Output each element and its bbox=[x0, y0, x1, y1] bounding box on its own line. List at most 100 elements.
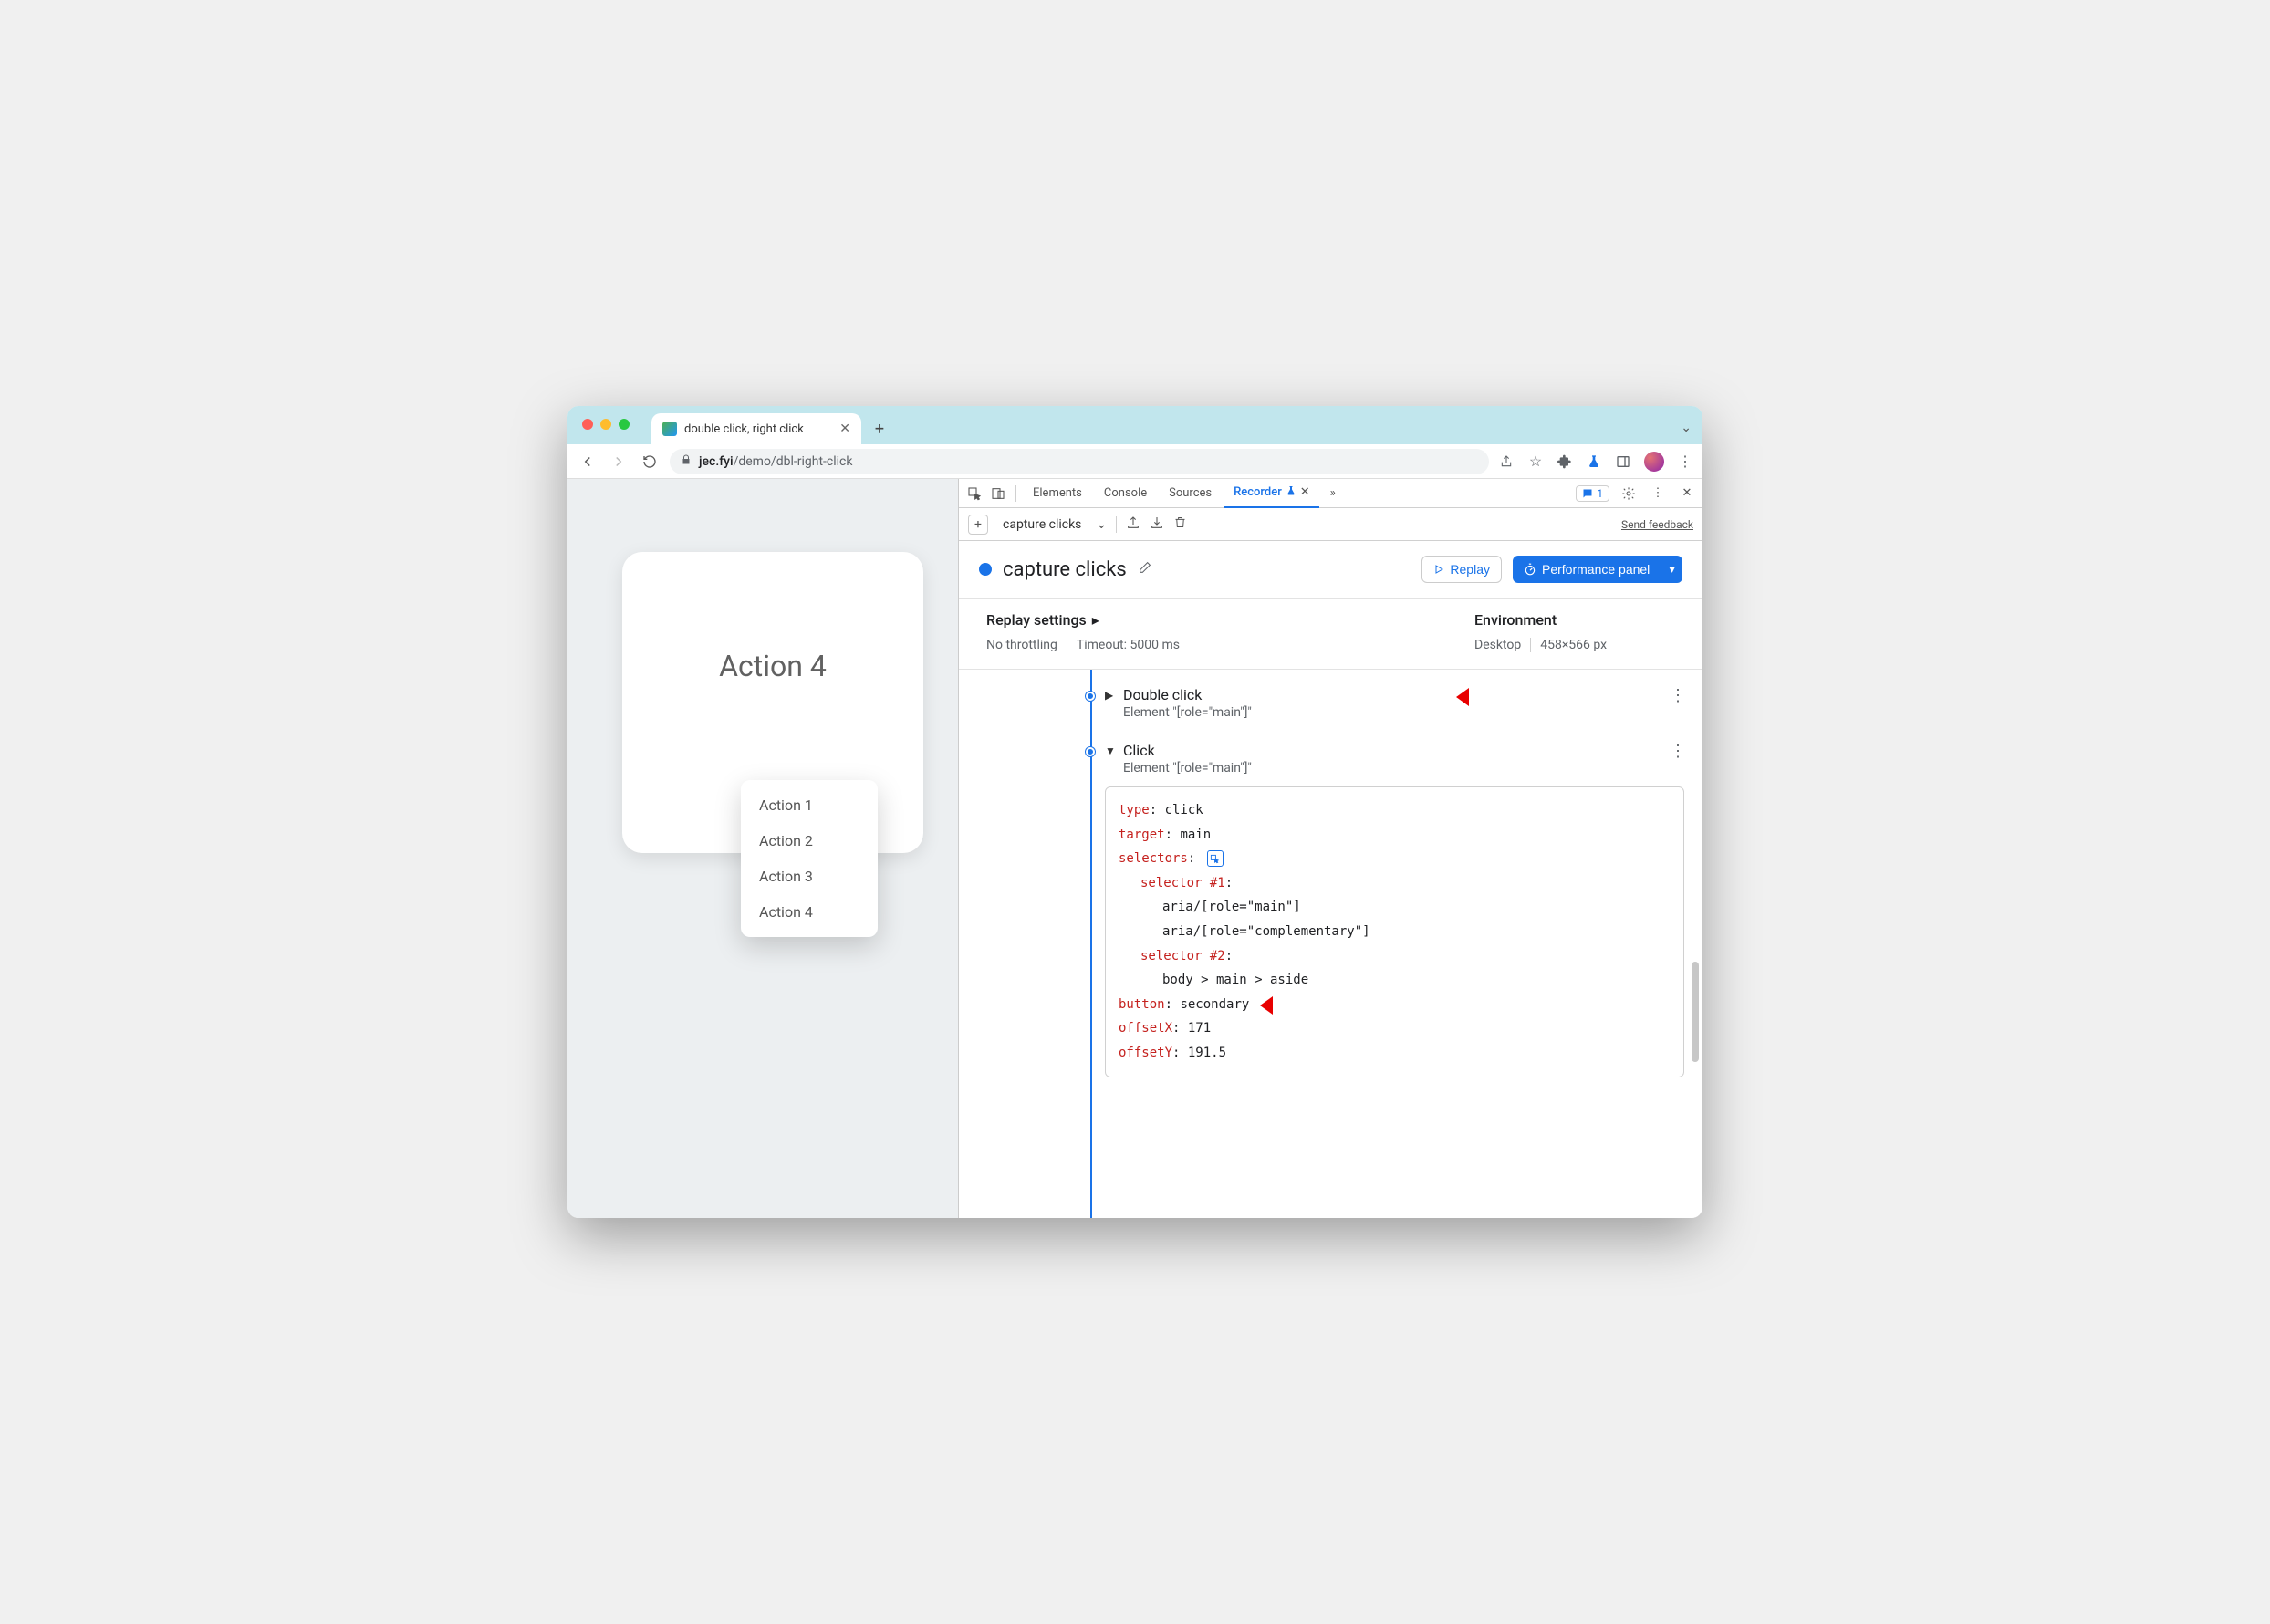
prop-value: aria/[role="main"] bbox=[1119, 895, 1671, 920]
devtools-menu-button[interactable]: ⋮ bbox=[1648, 484, 1668, 504]
prop-value: click bbox=[1165, 803, 1203, 817]
edit-title-button[interactable] bbox=[1138, 560, 1152, 578]
export-button[interactable] bbox=[1126, 515, 1140, 534]
address-bar[interactable]: jec.fyi/demo/dbl-right-click bbox=[670, 449, 1489, 474]
close-panel-button[interactable]: ✕ bbox=[1300, 485, 1310, 499]
tab-console[interactable]: Console bbox=[1095, 479, 1156, 508]
recording-dropdown-label: capture clicks bbox=[997, 517, 1087, 532]
send-feedback-link[interactable]: Send feedback bbox=[1621, 518, 1693, 531]
collapse-toggle[interactable]: ▼ bbox=[1105, 744, 1116, 757]
prop-value: body > main > aside bbox=[1119, 968, 1671, 993]
issues-count: 1 bbox=[1597, 487, 1603, 500]
step-subtitle: Element "[role="main"]" bbox=[1123, 761, 1662, 776]
throttling-value: No throttling bbox=[986, 638, 1057, 652]
tab-elements[interactable]: Elements bbox=[1024, 479, 1091, 508]
annotation-arrow-icon bbox=[1260, 993, 1296, 1018]
prop-key: selector #1 bbox=[1140, 876, 1225, 890]
separator bbox=[1530, 638, 1531, 652]
tab-overflow-button[interactable]: ⌄ bbox=[1681, 421, 1692, 435]
performance-panel-button[interactable]: Performance panel bbox=[1513, 556, 1661, 583]
toolbar-right: ☆ ⋮ bbox=[1498, 452, 1693, 472]
toolbar: jec.fyi/demo/dbl-right-click ☆ ⋮ bbox=[568, 444, 1702, 479]
prop-key: target bbox=[1119, 828, 1165, 842]
recording-settings: Replay settings ▸ No throttling Timeout:… bbox=[959, 599, 1702, 670]
devtools-tabbar: Elements Console Sources Recorder ✕ » 1 bbox=[959, 479, 1702, 508]
step-title: Click bbox=[1123, 742, 1662, 759]
browser-tab[interactable]: double click, right click ✕ bbox=[651, 413, 861, 444]
viewport-value: 458×566 px bbox=[1540, 638, 1607, 652]
forward-button[interactable] bbox=[608, 451, 630, 473]
context-menu-item[interactable]: Action 4 bbox=[741, 894, 878, 930]
minimize-window-button[interactable] bbox=[600, 419, 611, 430]
selector-picker-icon[interactable] bbox=[1207, 850, 1224, 867]
performance-panel-dropdown[interactable]: ▾ bbox=[1661, 556, 1682, 583]
tab-recorder[interactable]: Recorder ✕ bbox=[1224, 479, 1319, 508]
prop-value: secondary bbox=[1180, 997, 1249, 1012]
extensions-icon[interactable] bbox=[1557, 453, 1573, 470]
step-title: Double click bbox=[1123, 686, 1662, 703]
profile-avatar[interactable] bbox=[1644, 452, 1664, 472]
tab-title: double click, right click bbox=[684, 422, 804, 436]
close-tab-button[interactable]: ✕ bbox=[839, 422, 850, 436]
expand-toggle[interactable]: ▶ bbox=[1105, 689, 1116, 702]
import-button[interactable] bbox=[1150, 515, 1164, 534]
step-menu-button[interactable]: ⋮ bbox=[1670, 742, 1684, 761]
recording-dropdown-button[interactable]: ⌄ bbox=[1096, 517, 1107, 532]
favicon-icon bbox=[662, 422, 677, 436]
titlebar: double click, right click ✕ + ⌄ bbox=[568, 406, 1702, 444]
context-menu-item[interactable]: Action 1 bbox=[741, 787, 878, 823]
separator bbox=[1015, 485, 1016, 502]
performance-panel-label: Performance panel bbox=[1542, 562, 1650, 577]
recording-header: capture clicks Replay Performance panel … bbox=[959, 541, 1702, 599]
recording-title: capture clicks bbox=[1003, 558, 1127, 581]
reload-button[interactable] bbox=[639, 451, 661, 473]
prop-value: 191.5 bbox=[1188, 1046, 1226, 1060]
separator bbox=[1116, 516, 1117, 533]
url-text: jec.fyi/demo/dbl-right-click bbox=[699, 454, 852, 469]
context-menu-item[interactable]: Action 2 bbox=[741, 823, 878, 859]
settings-gear-icon[interactable] bbox=[1619, 484, 1639, 504]
chrome-menu-button[interactable]: ⋮ bbox=[1677, 453, 1693, 470]
steps-list: ▶ Double click Element "[role="main"]" ⋮ bbox=[959, 670, 1702, 1218]
device-value: Desktop bbox=[1474, 638, 1521, 652]
close-devtools-button[interactable]: ✕ bbox=[1677, 484, 1697, 504]
step-menu-button[interactable]: ⋮ bbox=[1670, 686, 1684, 705]
bookmark-star-icon[interactable]: ☆ bbox=[1527, 453, 1544, 470]
device-toolbar-icon[interactable] bbox=[988, 484, 1008, 504]
tab-sources[interactable]: Sources bbox=[1160, 479, 1221, 508]
new-tab-button[interactable]: + bbox=[867, 416, 892, 442]
replay-settings-label: Replay settings bbox=[986, 611, 1087, 629]
new-recording-button[interactable]: + bbox=[968, 515, 988, 535]
content-split: Action 4 Action 1 Action 2 Action 3 Acti… bbox=[568, 479, 1702, 1218]
prop-key: selector #2 bbox=[1140, 949, 1225, 963]
delete-button[interactable] bbox=[1173, 515, 1187, 533]
environment-label: Environment bbox=[1474, 611, 1557, 629]
scrollbar-thumb[interactable] bbox=[1692, 962, 1699, 1062]
tab-recorder-label: Recorder bbox=[1234, 485, 1282, 499]
rendered-page: Action 4 Action 1 Action 2 Action 3 Acti… bbox=[568, 479, 958, 1218]
replay-settings-toggle[interactable]: Replay settings ▸ bbox=[986, 611, 1474, 629]
prop-value: main bbox=[1180, 828, 1211, 842]
step-subtitle: Element "[role="main"]" bbox=[1123, 705, 1662, 720]
issues-badge[interactable]: 1 bbox=[1576, 485, 1609, 502]
zoom-window-button[interactable] bbox=[619, 419, 630, 430]
prop-key: button bbox=[1119, 997, 1165, 1012]
back-button[interactable] bbox=[577, 451, 599, 473]
prop-value: 171 bbox=[1188, 1021, 1211, 1036]
experiment-flask-icon[interactable] bbox=[1586, 453, 1602, 470]
share-icon[interactable] bbox=[1498, 453, 1515, 470]
flask-icon bbox=[1286, 485, 1296, 500]
inspect-element-icon[interactable] bbox=[964, 484, 984, 504]
context-menu-item[interactable]: Action 3 bbox=[741, 859, 878, 894]
step-detail-panel: type: click target: main selectors: sele… bbox=[1105, 786, 1684, 1077]
replay-button-label: Replay bbox=[1450, 562, 1490, 577]
prop-key: offsetY bbox=[1119, 1046, 1172, 1060]
prop-key: type bbox=[1119, 803, 1150, 817]
devtools-panel: Elements Console Sources Recorder ✕ » 1 bbox=[958, 479, 1702, 1218]
more-tabs-button[interactable]: » bbox=[1323, 484, 1343, 504]
recording-status-dot bbox=[979, 563, 992, 576]
recorder-toolbar: + capture clicks ⌄ Send feedback bbox=[959, 508, 1702, 541]
replay-button[interactable]: Replay bbox=[1421, 556, 1502, 583]
close-window-button[interactable] bbox=[582, 419, 593, 430]
side-panel-icon[interactable] bbox=[1615, 453, 1631, 470]
